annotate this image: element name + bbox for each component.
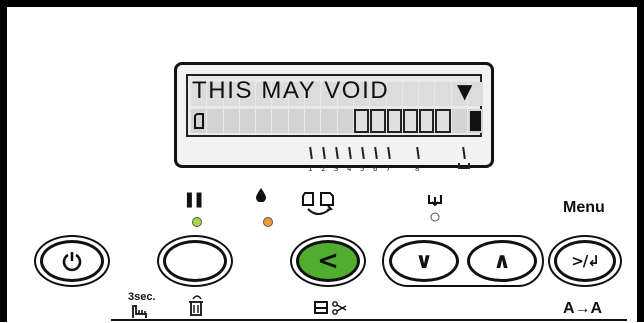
up-button[interactable]: ∧ — [467, 240, 537, 282]
printer-control-panel: THIS MAY VOID ▼ 1 2 3 4 5 6 7 8 ❚❚ Menu … — [0, 0, 644, 322]
pause-led-indicator — [192, 217, 202, 227]
back-arrow-icon: < — [317, 246, 339, 276]
down-arrow-icon: ∨ — [415, 248, 433, 274]
hand-press-icon — [131, 303, 151, 319]
tick-label-6: 6 — [373, 165, 378, 173]
paper-feed-icon — [427, 193, 443, 223]
menu-label: Menu — [563, 199, 605, 216]
back-button[interactable]: < — [296, 240, 360, 282]
up-arrow-icon: ∧ — [493, 248, 511, 274]
tick-label-2: 2 — [321, 165, 326, 173]
pause-button[interactable] — [163, 240, 227, 282]
ink-led-indicator — [263, 217, 273, 227]
paper-icon — [191, 109, 207, 133]
menu-enter-button[interactable]: >/↲ — [554, 240, 616, 282]
ink-cartridge-ticks: 1 2 3 4 5 6 7 8 — [302, 146, 502, 187]
tick-label-8: 8 — [415, 165, 420, 173]
lcd-display: THIS MAY VOID ▼ — [186, 74, 484, 137]
down-button[interactable]: ∨ — [389, 240, 459, 282]
power-button[interactable] — [40, 240, 104, 282]
tick-label-7: 7 — [386, 165, 391, 173]
tick-label-1: 1 — [308, 165, 313, 173]
pause-icon: ❚❚ — [183, 190, 205, 208]
menu-enter-icon: >/↲ — [571, 252, 600, 270]
trash-icon — [188, 294, 204, 318]
lcd-line-1-text: THIS MAY VOID — [192, 77, 390, 104]
ink-tray-icon — [458, 163, 470, 169]
bottom-divider-line — [111, 319, 627, 321]
paper-source-icon — [301, 189, 337, 219]
tick-label-5: 5 — [360, 165, 365, 173]
a-to-a-label: A→A — [563, 300, 603, 317]
three-second-label: 3sec. — [128, 291, 156, 303]
lcd-arrow-down-icon: ▼ — [457, 79, 473, 103]
lcd-row-2 — [191, 109, 484, 133]
ink-drop-icon — [256, 188, 266, 203]
power-icon — [62, 252, 82, 272]
tick-label-4: 4 — [347, 165, 352, 173]
paper-cut-icon — [313, 300, 349, 316]
ink-level-indicator — [468, 109, 484, 133]
tick-label-3: 3 — [334, 165, 339, 173]
